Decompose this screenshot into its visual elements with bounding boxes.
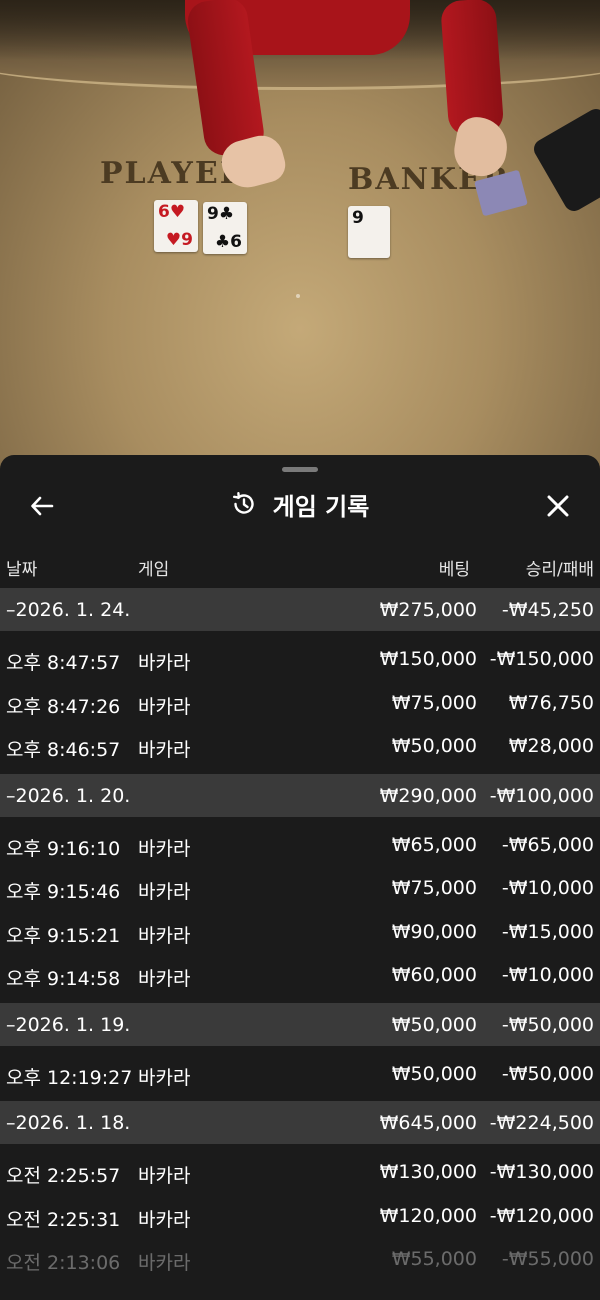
table-row[interactable]: 오전 2:25:57 바카라 ₩130,000 -₩130,000 (0, 1150, 600, 1194)
row-result: -₩10,000 (501, 877, 594, 899)
table-row[interactable]: 오후 8:47:57 바카라 ₩150,000 -₩150,000 (0, 637, 600, 681)
card-shoe (530, 105, 600, 215)
banker-card: 9 (348, 206, 390, 258)
row-result: -₩120,000 (489, 1204, 594, 1227)
group-date: –2026. 1. 19. (6, 1013, 131, 1036)
live-video: PLAYER BANKER 6♥ ♥9 9♣ ♣6 9 (0, 0, 600, 470)
history-list: –2026. 1. 24. ₩275,000 -₩45,250 오후 8:47:… (0, 588, 600, 1281)
row-bet: ₩75,000 (391, 877, 477, 899)
row-game: 바카라 (138, 695, 191, 718)
row-game: 바카라 (138, 1252, 191, 1274)
row-time: 오후 9:16:10 (6, 837, 121, 860)
group-date: –2026. 1. 20. (6, 784, 131, 807)
row-game: 바카라 (138, 652, 191, 674)
group-result-total: -₩45,250 (501, 599, 594, 621)
player-card: 9♣ ♣6 (203, 202, 247, 254)
row-bet: ₩150,000 (379, 648, 477, 670)
row-time: 오전 2:25:57 (6, 1165, 121, 1187)
row-time: 오후 8:46:57 (6, 739, 121, 761)
row-result: -₩50,000 (501, 1062, 594, 1085)
group-bet-total: ₩290,000 (379, 784, 477, 807)
row-bet: ₩90,000 (391, 920, 477, 943)
row-game: 바카라 (138, 1066, 191, 1089)
row-bet: ₩60,000 (391, 964, 477, 986)
row-time: 오후 8:47:26 (6, 695, 121, 718)
row-result: -₩55,000 (501, 1248, 594, 1270)
table-header: 날짜 게임 베팅 승리/패배 (0, 547, 600, 587)
dealer-arm (440, 0, 505, 137)
indicator-dot (296, 294, 300, 298)
sheet-header: 게임 기록 (0, 480, 600, 528)
row-game: 바카라 (138, 924, 191, 947)
column-result: 승리/패배 (525, 560, 594, 580)
date-group-row[interactable]: –2026. 1. 18. ₩645,000 -₩224,500 (0, 1101, 600, 1144)
group-result-total: -₩50,000 (501, 1013, 594, 1036)
row-game: 바카라 (138, 837, 191, 860)
group-date: –2026. 1. 24. (6, 599, 131, 621)
history-icon (231, 491, 257, 517)
row-game: 바카라 (138, 968, 191, 990)
player-card: 6♥ ♥9 (154, 200, 198, 252)
row-bet: ₩55,000 (391, 1248, 477, 1270)
date-group-row[interactable]: –2026. 1. 24. ₩275,000 -₩45,250 (0, 588, 600, 631)
table-row[interactable]: 오후 9:16:10 바카라 ₩65,000 -₩65,000 (0, 823, 600, 867)
group-result-total: -₩100,000 (489, 784, 594, 807)
row-result: -₩10,000 (501, 964, 594, 986)
row-time: 오후 8:47:57 (6, 652, 121, 674)
column-game: 게임 (138, 560, 170, 580)
row-game: 바카라 (138, 739, 191, 761)
row-time: 오후 9:14:58 (6, 968, 121, 990)
row-bet: ₩130,000 (379, 1161, 477, 1183)
column-bet: 베팅 (438, 560, 470, 580)
group-result-total: -₩224,500 (489, 1112, 594, 1134)
drag-handle[interactable] (282, 467, 318, 472)
row-time: 오후 9:15:21 (6, 924, 121, 947)
table-row[interactable]: 오후 12:19:27 바카라 ₩50,000 -₩50,000 (0, 1052, 600, 1096)
date-group-row[interactable]: –2026. 1. 19. ₩50,000 -₩50,000 (0, 1002, 600, 1046)
row-bet: ₩75,000 (391, 691, 477, 714)
row-time: 오후 9:15:46 (6, 881, 121, 903)
table-row[interactable]: 오후 8:46:57 바카라 ₩50,000 ₩28,000 (0, 724, 600, 768)
group-bet-total: ₩50,000 (391, 1013, 477, 1036)
row-result: ₩76,750 (508, 691, 594, 714)
table-row[interactable]: 오후 8:47:26 바카라 ₩75,000 ₩76,750 (0, 681, 600, 725)
row-result: -₩150,000 (489, 648, 594, 670)
table-row[interactable]: 오전 2:25:31 바카라 ₩120,000 -₩120,000 (0, 1194, 600, 1238)
row-game: 바카라 (138, 881, 191, 903)
table-row[interactable]: 오후 9:15:21 바카라 ₩90,000 -₩15,000 (0, 910, 600, 954)
group-bet-total: ₩645,000 (379, 1112, 477, 1134)
row-result: -₩65,000 (501, 833, 594, 856)
date-group-row[interactable]: –2026. 1. 20. ₩290,000 -₩100,000 (0, 773, 600, 817)
group-bet-total: ₩275,000 (379, 599, 477, 621)
row-bet: ₩120,000 (379, 1204, 477, 1227)
row-bet: ₩50,000 (391, 1062, 477, 1085)
group-date: –2026. 1. 18. (6, 1112, 131, 1134)
row-bet: ₩65,000 (391, 833, 477, 856)
row-time: 오후 12:19:27 (6, 1066, 133, 1089)
row-game: 바카라 (138, 1208, 191, 1231)
table-row[interactable]: 오후 9:14:58 바카라 ₩60,000 -₩10,000 (0, 953, 600, 997)
row-result: -₩130,000 (489, 1161, 594, 1183)
row-result: -₩15,000 (501, 920, 594, 943)
table-row[interactable]: 오전 2:13:06 바카라 ₩55,000 -₩55,000 (0, 1237, 600, 1281)
game-history-sheet: 게임 기록 날짜 게임 베팅 승리/패배 –2026. 1. 24. ₩275,… (0, 455, 600, 1300)
close-icon (547, 495, 569, 517)
page-title: 게임 기록 (272, 492, 370, 521)
row-game: 바카라 (138, 1165, 191, 1187)
arrow-left-icon (31, 496, 54, 516)
back-button[interactable] (24, 488, 60, 524)
row-bet: ₩50,000 (391, 735, 477, 757)
row-time: 오전 2:25:31 (6, 1208, 121, 1231)
close-button[interactable] (540, 488, 576, 524)
column-date: 날짜 (6, 560, 38, 580)
row-result: ₩28,000 (508, 735, 594, 757)
row-time: 오전 2:13:06 (6, 1252, 121, 1274)
table-row[interactable]: 오후 9:15:46 바카라 ₩75,000 -₩10,000 (0, 866, 600, 910)
